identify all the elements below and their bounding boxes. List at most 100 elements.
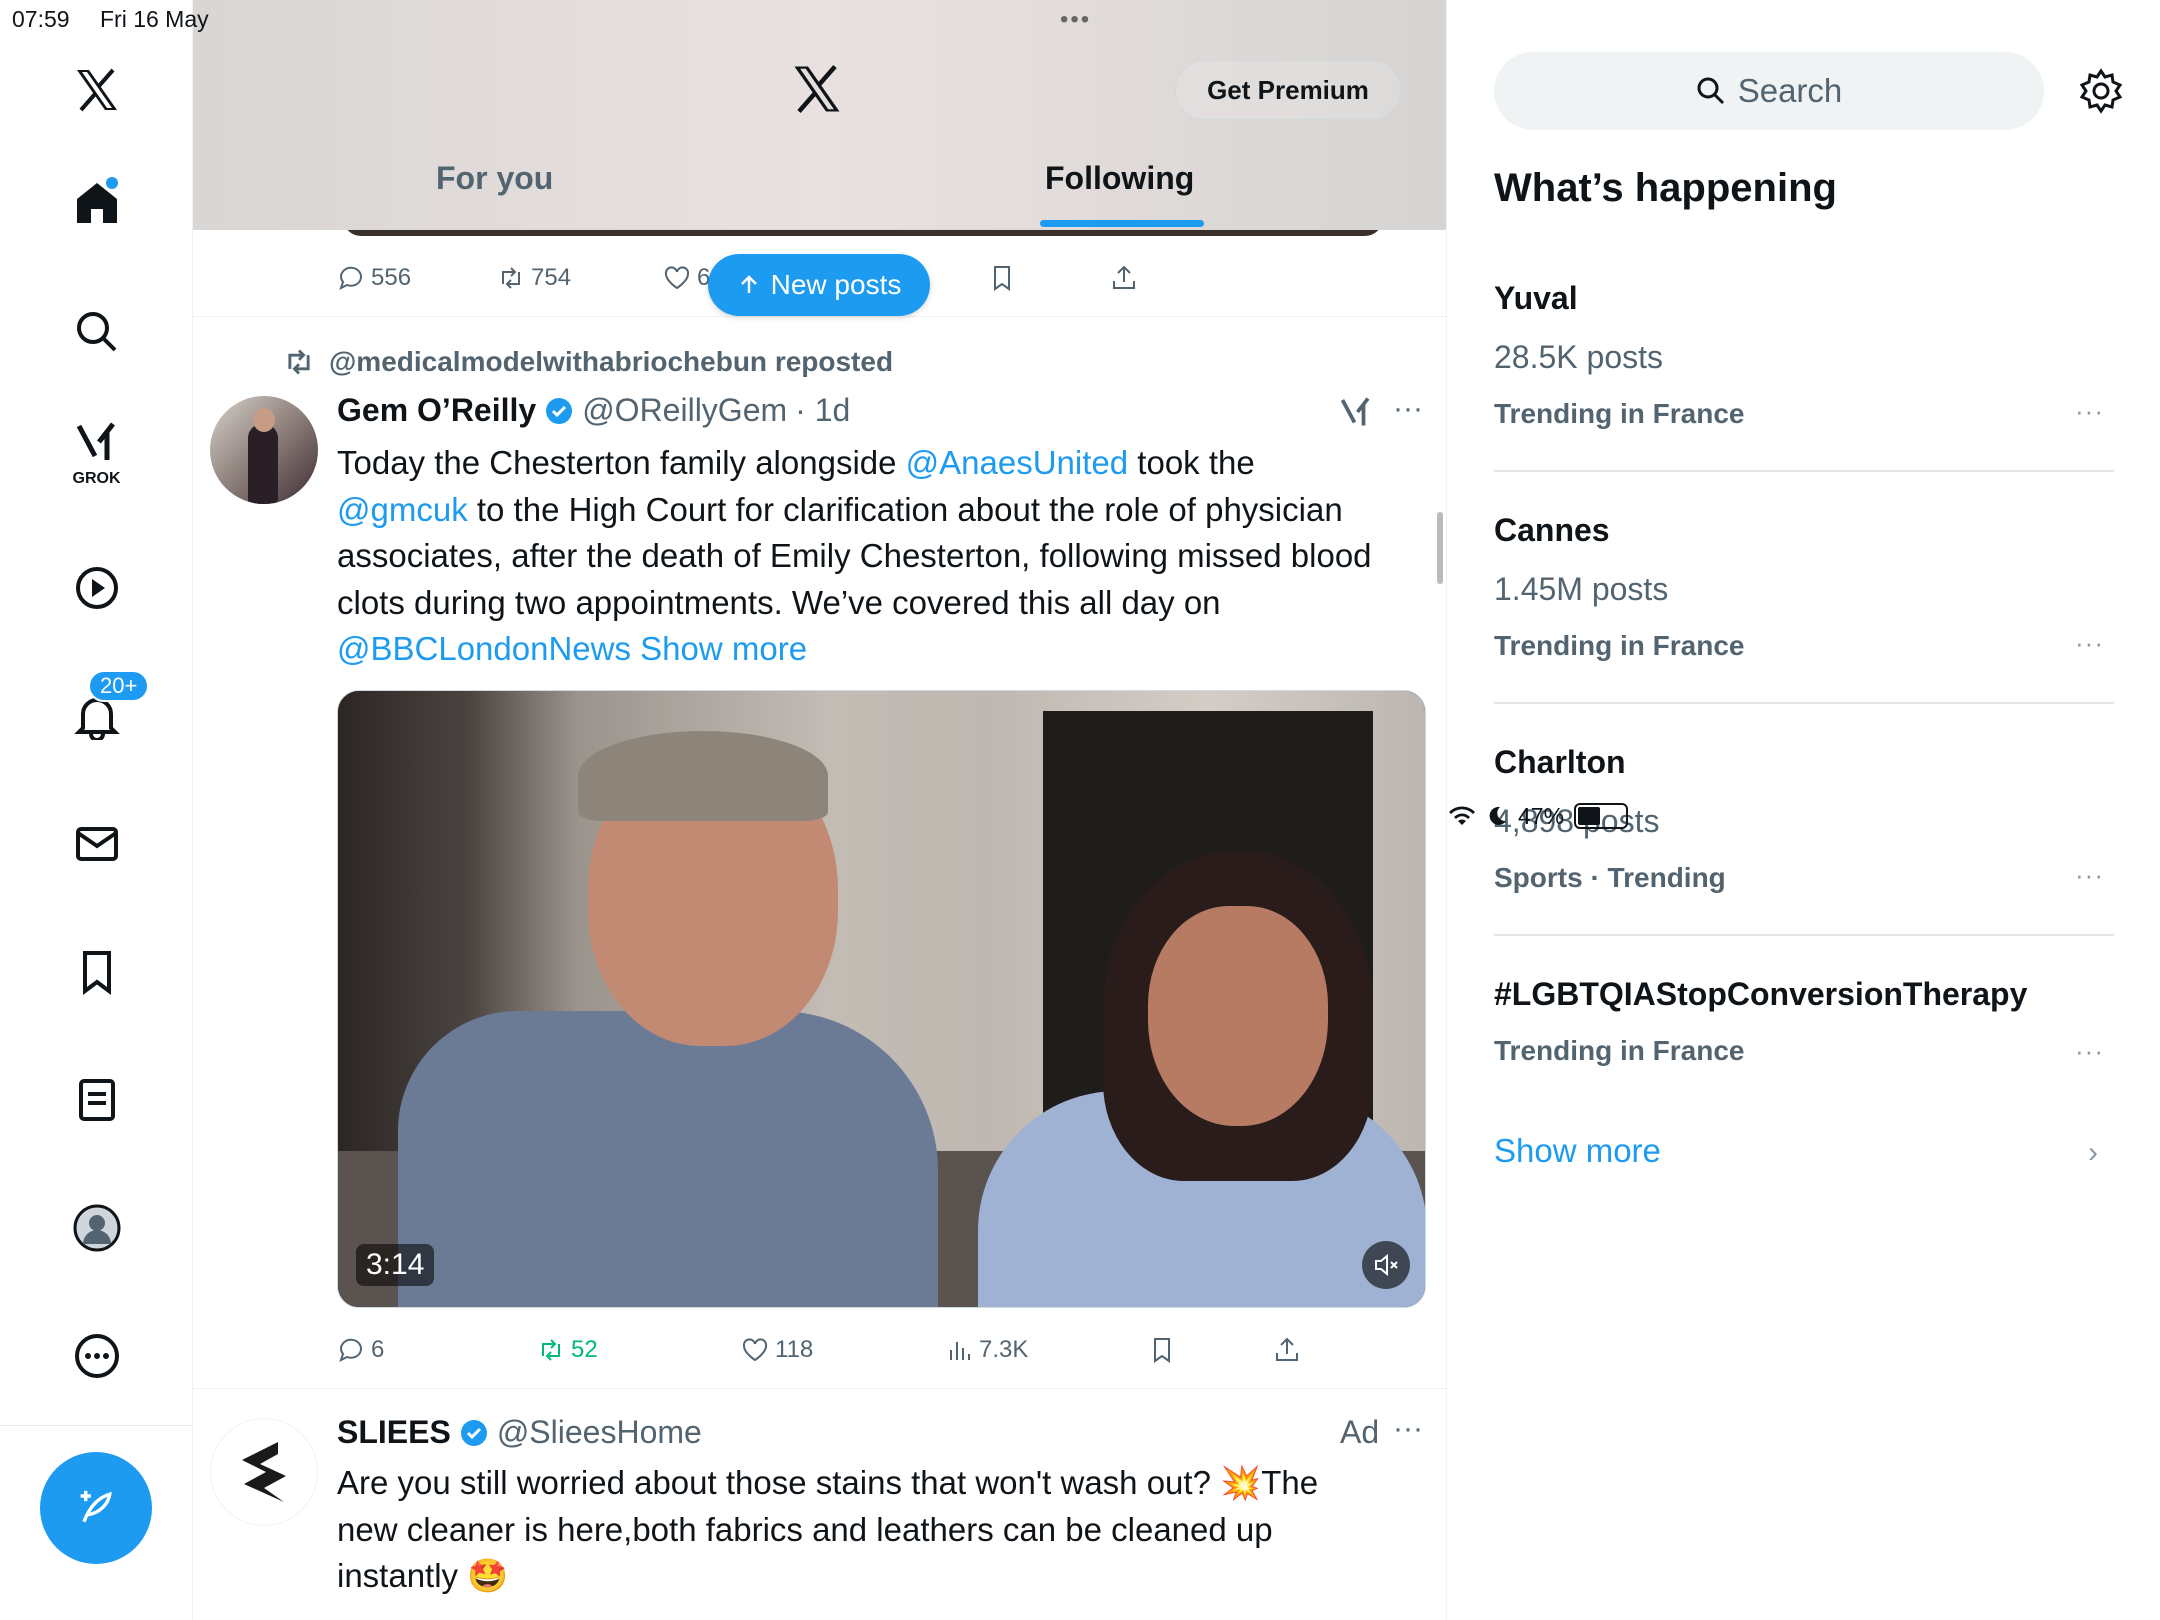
heart-icon [742,1338,768,1362]
repost-button[interactable]: 52 [537,1336,598,1364]
post-video[interactable]: 3:14 [337,690,1426,1308]
ad-text: Are you still worried about those stains… [337,1464,1319,1594]
advertiser-handle[interactable]: @SlieesHome [497,1414,702,1451]
get-premium-button[interactable]: Get Premium [1175,60,1401,120]
like-button[interactable]: 118 [741,1336,813,1364]
advertiser-name[interactable]: SLIEES [337,1414,451,1451]
video-duration: 3:14 [356,1244,435,1286]
repost-button[interactable]: 754 [497,264,571,292]
repost-icon [288,349,310,375]
ad-label: Ad [1340,1414,1380,1450]
tab-for-you[interactable]: For you [436,160,553,197]
mute-button[interactable] [1362,1241,1410,1289]
bookmark-button[interactable] [988,264,1016,292]
nav-more[interactable] [0,1316,193,1396]
show-more-link[interactable]: Show more [631,630,807,667]
nav-lists[interactable] [0,1060,193,1140]
video-person-man [398,1011,938,1307]
battery-fill [1578,807,1601,825]
x-logo-icon[interactable] [790,62,844,116]
video-person-man-hair [578,731,828,821]
bookmark-button[interactable] [1148,1336,1176,1364]
tab-following[interactable]: Following [1045,160,1194,197]
reply-button[interactable]: 6 [337,1336,384,1364]
nav-bookmarks[interactable] [0,932,193,1012]
repost-icon [542,1339,560,1361]
x-logo-icon [76,68,117,112]
sliees-logo-icon [242,1442,286,1502]
profile-avatar-icon [73,1204,120,1252]
post-time[interactable]: · 1d [795,392,850,429]
author-avatar[interactable] [210,396,318,504]
share-button[interactable] [1273,1336,1301,1364]
nav-notifications[interactable]: 20+ [0,670,193,756]
mention-link[interactable]: @AnaesUnited [906,444,1128,481]
share-button[interactable] [1110,264,1138,292]
ad-header: SLIEES @SlieesHome [337,1414,702,1451]
nav-grok[interactable]: GROK [0,412,193,492]
nav-home[interactable] [0,163,193,243]
verified-badge-icon [460,1419,487,1446]
mention-link[interactable]: @gmcuk [337,491,468,528]
video-person-woman-face [1148,906,1328,1126]
scroll-indicator[interactable] [1437,512,1443,584]
moon-icon [1489,806,1506,825]
status-date: Fri 16 May [100,6,209,32]
repost-count: 754 [531,264,572,291]
reply-button[interactable]: 556 [337,264,411,292]
left-navigation: GROK 20+ [0,0,193,1620]
advertiser-avatar[interactable] [210,1418,318,1526]
views-chart-icon [950,1342,970,1360]
post-separator [193,1388,1446,1389]
avatar-head [253,408,275,432]
views-count: 7.3K [979,1336,1029,1363]
ad-more-button[interactable]: ··· [1393,1412,1423,1446]
repost-icon [502,267,520,289]
post-header: Gem O’Reilly @OReillyGem · 1d [337,392,850,429]
multitasking-dots[interactable]: ••• [1060,6,1091,34]
nav-x-logo[interactable] [0,50,193,130]
nav-divider [0,1425,193,1426]
battery-percent: 47% [1518,802,1565,829]
heart-icon [664,266,690,290]
share-icon [1276,1337,1298,1361]
bookmark-icon [82,951,111,995]
compose-feather-icon [80,1490,112,1523]
like-count: 118 [775,1336,814,1363]
lists-icon [78,1079,115,1121]
compose-post-button[interactable] [40,1452,152,1564]
mention-link[interactable]: @BBCLondonNews [337,630,631,667]
avatar-figure [248,424,278,504]
notifications-badge: 20+ [88,670,150,702]
grok-icon [76,422,115,460]
status-right: 47% [1448,6,2160,1620]
grok-icon[interactable] [1338,394,1374,430]
post-text-part: Today the Chesterton family alongside [337,444,906,481]
nav-explore[interactable] [0,292,193,372]
new-posts-button[interactable]: New posts [708,254,930,316]
nav-video[interactable] [0,548,193,628]
nav-messages[interactable] [0,804,193,884]
repost-count: 52 [571,1336,598,1363]
repost-attribution[interactable]: @medicalmodelwithabriochebun reposted [283,346,893,378]
post-actions: 6 52 118 7.3K [193,1330,1446,1370]
post-text: Today the Chesterton family alongside @A… [337,440,1387,673]
new-posts-label: New posts [770,269,902,300]
speaker-muted-icon [1375,1253,1398,1277]
bookmark-icon [1154,1338,1170,1363]
reply-icon [339,1338,362,1362]
like-button[interactable]: 6 [663,264,710,292]
author-name[interactable]: Gem O’Reilly [337,392,536,429]
share-icon [1113,265,1135,289]
reply-icon [339,266,362,290]
reply-count: 6 [371,1336,385,1363]
arrow-up-icon [740,275,757,293]
author-handle[interactable]: @OReillyGem [582,392,787,429]
main-timeline: Get Premium For you Following 556 754 6 … [193,0,1447,1620]
views-button[interactable]: 7.3K [945,1336,1028,1364]
play-circle-icon [75,567,118,609]
verified-badge-icon [546,397,573,424]
wifi-icon [1449,806,1475,825]
nav-profile[interactable] [0,1188,193,1268]
post-more-button[interactable]: ··· [1393,392,1423,426]
